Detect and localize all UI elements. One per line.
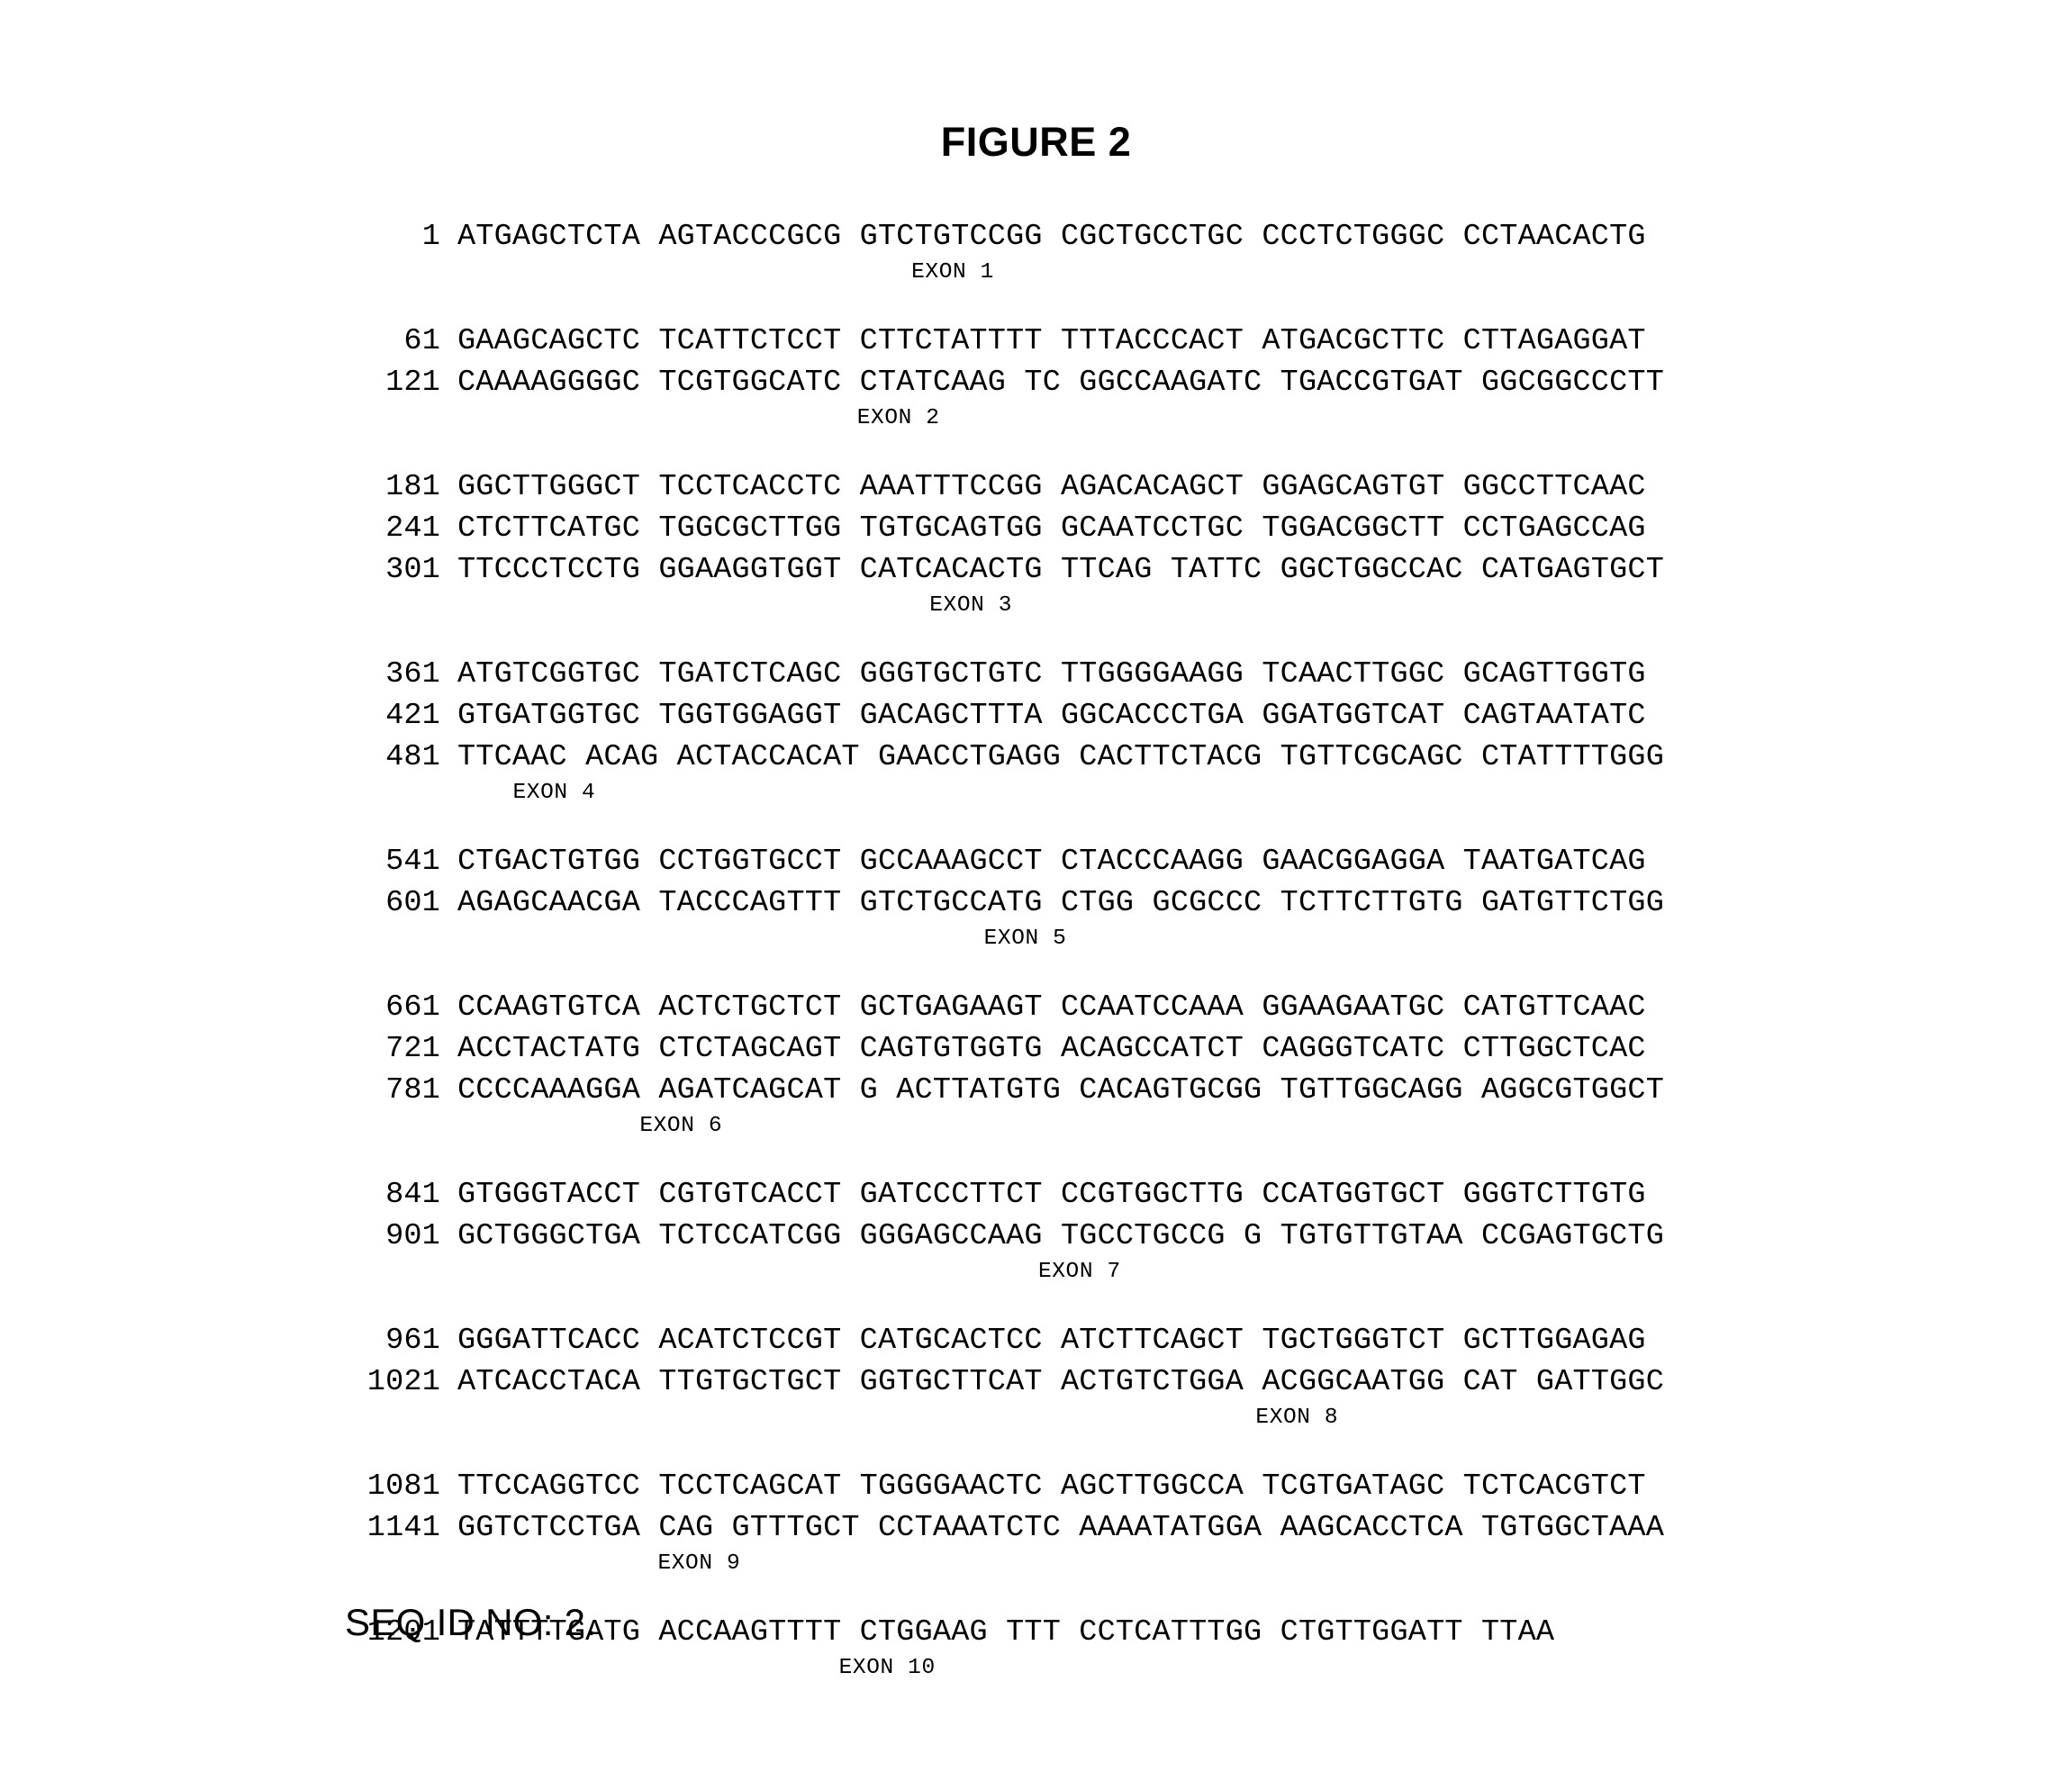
sequence-bases: TTCCCTCCTG GGAAGGTGGT CATCACACTG TTCAG T… xyxy=(457,553,1665,587)
sequence-line: 1 ATGAGCTCTA AGTACCCGCG GTCTGTCCGG CGCTGC… xyxy=(0,216,2072,258)
sequence-line: 481 TTCAAC ACAG ACTACCACAT GAACCTGAGG CAC… xyxy=(0,737,2072,778)
sequence-position-number: 1081 xyxy=(366,1469,440,1504)
dna-sequence-listing: 1 ATGAGCTCTA AGTACCCGCG GTCTGTCCGG CGCTGC… xyxy=(0,216,2072,1684)
sequence-bases: GAAGCAGCTC TCATTCTCCT CTTCTATTTT TTTACCC… xyxy=(457,324,1646,358)
sequence-group: 1 ATGAGCTCTA AGTACCCGCG GTCTGTCCGG CGCTGC… xyxy=(0,216,2072,288)
sequence-position-number: 241 xyxy=(385,511,440,546)
sequence-line: 241 CTCTTCATGC TGGCGCTTGG TGTGCAGTGG GCAA… xyxy=(0,508,2072,549)
sequence-bases: GGTCTCCTGA CAG GTTTGCT CCTAAATCTC AAAATA… xyxy=(457,1511,1665,1545)
sequence-position-number: 301 xyxy=(385,553,440,587)
sequence-position-number: 661 xyxy=(385,990,440,1025)
sequence-position-number: 841 xyxy=(385,1178,440,1212)
sequence-line: 361 ATGTCGGTGC TGATCTCAGC GGGTGCTGTC TTGG… xyxy=(0,654,2072,695)
sequence-bases: ATGTCGGTGC TGATCTCAGC GGGTGCTGTC TTGGGGA… xyxy=(457,657,1646,692)
exon-label: EXON 8 xyxy=(1255,1406,1339,1430)
sequence-bases: CAAAAGGGGC TCGTGGCATC CTATCAAG TC GGCCAA… xyxy=(457,366,1665,400)
sequence-line: 841 GTGGGTACCT CGTGTCACCT GATCCCTTCT CCGT… xyxy=(0,1174,2072,1216)
sequence-bases: TTCCAGGTCC TCCTCAGCAT TGGGGAACTC AGCTTGG… xyxy=(457,1469,1646,1504)
sequence-bases: ATGAGCTCTA AGTACCCGCG GTCTGTCCGG CGCTGCC… xyxy=(457,220,1646,254)
sequence-line: 181 GGCTTGGGCT TCCTCACCTC AAATTTCCGG AGAC… xyxy=(0,466,2072,508)
sequence-position-number: 1021 xyxy=(366,1365,440,1399)
sequence-position-number: 541 xyxy=(385,845,440,879)
exon-label: EXON 1 xyxy=(911,260,994,285)
sequence-bases: TATTTTGATG ACCAAGTTTT CTGGAAG TTT CCTCAT… xyxy=(457,1615,1555,1650)
sequence-line: 1201 TATTTTGATG ACCAAGTTTT CTGGAAG TTT CC… xyxy=(0,1612,2072,1653)
sequence-group: 661 CCAAGTGTCA ACTCTGCTCT GCTGAGAAGT CCAA… xyxy=(0,987,2072,1142)
exon-label: EXON 6 xyxy=(639,1114,723,1138)
sequence-position-number: 121 xyxy=(385,366,440,400)
sequence-group: 61 GAAGCAGCTC TCATTCTCCT CTTCTATTTT TTTAC… xyxy=(0,321,2072,434)
sequence-bases: AGAGCAACGA TACCCAGTTT GTCTGCCATG CTGG GC… xyxy=(457,886,1665,920)
sequence-line: 121 CAAAAGGGGC TCGTGGCATC CTATCAAG TC GGC… xyxy=(0,362,2072,403)
sequence-line: 781 CCCCAAAGGA AGATCAGCAT G ACTTATGTG CAC… xyxy=(0,1070,2072,1111)
sequence-line: 421 GTGATGGTGC TGGTGGAGGT GACAGCTTTA GGCA… xyxy=(0,695,2072,737)
sequence-group: 541 CTGACTGTGG CCTGGTGCCT GCCAAAGCCT CTAC… xyxy=(0,841,2072,954)
sequence-line: 301 TTCCCTCCTG GGAAGGTGGT CATCACACTG TTCA… xyxy=(0,549,2072,591)
sequence-bases: GGGATTCACC ACATCTCCGT CATGCACTCC ATCTTCA… xyxy=(457,1324,1646,1358)
sequence-group: 181 GGCTTGGGCT TCCTCACCTC AAATTTCCGG AGAC… xyxy=(0,466,2072,621)
sequence-position-number: 181 xyxy=(385,470,440,504)
sequence-line: 541 CTGACTGTGG CCTGGTGCCT GCCAAAGCCT CTAC… xyxy=(0,841,2072,882)
sequence-line: 601 AGAGCAACGA TACCCAGTTT GTCTGCCATG CTGG… xyxy=(0,882,2072,924)
sequence-bases: TTCAAC ACAG ACTACCACAT GAACCTGAGG CACTTC… xyxy=(457,740,1665,774)
sequence-bases: CCAAGTGTCA ACTCTGCTCT GCTGAGAAGT CCAATCC… xyxy=(457,990,1646,1025)
sequence-position-number: 961 xyxy=(385,1324,440,1358)
sequence-line: 901 GCTGGGCTGA TCTCCATCGG GGGAGCCAAG TGCC… xyxy=(0,1216,2072,1257)
sequence-group: 961 GGGATTCACC ACATCTCCGT CATGCACTCC ATCT… xyxy=(0,1320,2072,1433)
sequence-line: 721 ACCTACTATG CTCTAGCAGT CAGTGTGGTG ACAG… xyxy=(0,1028,2072,1070)
exon-label: EXON 10 xyxy=(838,1656,936,1680)
sequence-line: 1081 TTCCAGGTCC TCCTCAGCAT TGGGGAACTC AGC… xyxy=(0,1466,2072,1507)
sequence-line: 961 GGGATTCACC ACATCTCCGT CATGCACTCC ATCT… xyxy=(0,1320,2072,1361)
sequence-bases: CTCTTCATGC TGGCGCTTGG TGTGCAGTGG GCAATCC… xyxy=(457,511,1646,546)
sequence-line: 61 GAAGCAGCTC TCATTCTCCT CTTCTATTTT TTTAC… xyxy=(0,321,2072,362)
sequence-group: 841 GTGGGTACCT CGTGTCACCT GATCCCTTCT CCGT… xyxy=(0,1174,2072,1288)
sequence-position-number: 361 xyxy=(385,657,440,692)
sequence-position-number: 61 xyxy=(403,324,440,358)
exon-label: EXON 4 xyxy=(512,781,596,805)
sequence-position-number: 1141 xyxy=(366,1511,440,1545)
sequence-bases: GTGGGTACCT CGTGTCACCT GATCCCTTCT CCGTGGC… xyxy=(457,1178,1646,1212)
sequence-bases: CCCCAAAGGA AGATCAGCAT G ACTTATGTG CACAGT… xyxy=(457,1073,1665,1108)
sequence-line: 661 CCAAGTGTCA ACTCTGCTCT GCTGAGAAGT CCAA… xyxy=(0,987,2072,1028)
exon-label: EXON 3 xyxy=(929,593,1013,618)
exon-label: EXON 5 xyxy=(983,927,1067,951)
sequence-position-number: 601 xyxy=(385,886,440,920)
page-title: FIGURE 2 xyxy=(940,119,1132,165)
sequence-position-number: 421 xyxy=(385,699,440,733)
exon-label: EXON 9 xyxy=(657,1551,741,1576)
sequence-group: 361 ATGTCGGTGC TGATCTCAGC GGGTGCTGTC TTGG… xyxy=(0,654,2072,809)
sequence-bases: ATCACCTACA TTGTGCTGCT GGTGCTTCAT ACTGTCT… xyxy=(457,1365,1665,1399)
sequence-bases: CTGACTGTGG CCTGGTGCCT GCCAAAGCCT CTACCCA… xyxy=(457,845,1646,879)
sequence-bases: ACCTACTATG CTCTAGCAGT CAGTGTGGTG ACAGCCA… xyxy=(457,1032,1646,1066)
sequence-position-number: 1 xyxy=(421,220,440,254)
exon-label: EXON 7 xyxy=(1037,1260,1121,1284)
sequence-group: 1081 TTCCAGGTCC TCCTCAGCAT TGGGGAACTC AGC… xyxy=(0,1466,2072,1579)
sequence-position-number: 901 xyxy=(385,1219,440,1253)
sequence-position-number: 721 xyxy=(385,1032,440,1066)
sequence-bases: GGCTTGGGCT TCCTCACCTC AAATTTCCGG AGACACA… xyxy=(457,470,1646,504)
sequence-line: 1141 GGTCTCCTGA CAG GTTTGCT CCTAAATCTC AA… xyxy=(0,1507,2072,1549)
sequence-bases: GTGATGGTGC TGGTGGAGGT GACAGCTTTA GGCACCC… xyxy=(457,699,1646,733)
exon-label: EXON 2 xyxy=(856,406,940,430)
sequence-position-number: 781 xyxy=(385,1073,440,1108)
sequence-position-number: 481 xyxy=(385,740,440,774)
patent-figure-page: FIGURE 2 1 ATGAGCTCTA AGTACCCGCG GTCTGTCC… xyxy=(0,0,2072,1772)
sequence-bases: GCTGGGCTGA TCTCCATCGG GGGAGCCAAG TGCCTGC… xyxy=(457,1219,1665,1253)
sequence-group: 1201 TATTTTGATG ACCAAGTTTT CTGGAAG TTT CC… xyxy=(0,1612,2072,1684)
sequence-line: 1021 ATCACCTACA TTGTGCTGCT GGTGCTTCAT ACT… xyxy=(0,1361,2072,1403)
seq-id-footer: SEQ ID NO: 2. xyxy=(345,1601,597,1643)
